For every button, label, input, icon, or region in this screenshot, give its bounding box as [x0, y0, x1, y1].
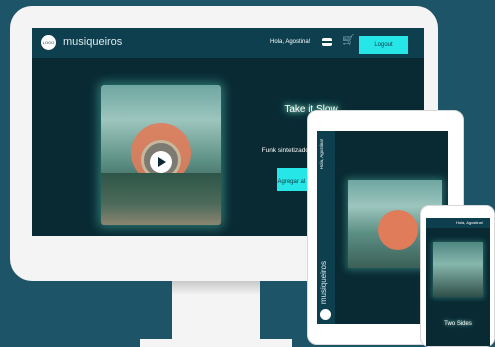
phone-greeting: Hola, Agostina! [456, 220, 483, 225]
phone-screen: Hola, Agostina! Two Sides [426, 218, 490, 346]
card-icon[interactable] [322, 38, 332, 46]
album-art-foliage [101, 173, 221, 225]
phone-album-cover [433, 242, 483, 297]
tablet-sidebar: Hola, Agostina! musiqueiros [317, 131, 335, 324]
tablet-logo-icon[interactable] [320, 309, 331, 320]
cart-icon[interactable]: 🛒 [342, 35, 354, 47]
phone-navbar: Hola, Agostina! [426, 218, 490, 228]
brand-name[interactable]: musiqueiros [63, 36, 122, 48]
tablet-brand[interactable]: musiqueiros [319, 261, 328, 304]
user-greeting: Hola, Agostina! [270, 39, 311, 45]
tablet-greeting: Hola, Agostina! [319, 139, 324, 170]
monitor-stand-shadow [172, 281, 260, 295]
monitor-base [140, 339, 292, 347]
logo-icon[interactable]: LOGO [41, 35, 56, 50]
play-icon[interactable] [150, 151, 172, 173]
phone-device: Hola, Agostina! Two Sides [420, 205, 495, 347]
phone-song-title: Two Sides [444, 321, 472, 327]
logout-button[interactable]: Logout [359, 36, 408, 54]
top-navbar: LOGO musiqueiros Hola, Agostina! 🛒 Logou… [32, 28, 424, 58]
album-cover [101, 85, 221, 225]
tablet-album-art-sun [378, 210, 418, 250]
